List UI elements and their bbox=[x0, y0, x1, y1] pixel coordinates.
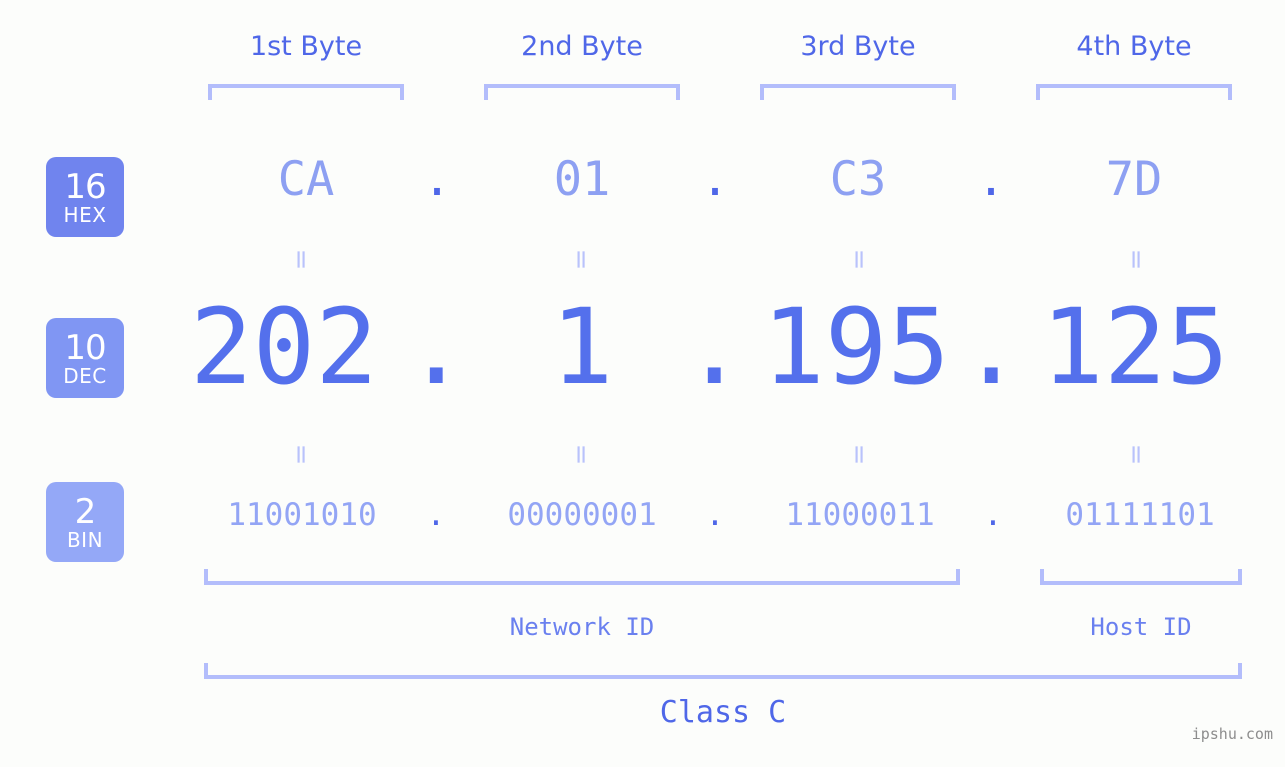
dec-byte-1: 202 bbox=[190, 286, 378, 408]
dec-byte-4: 125 bbox=[1041, 286, 1229, 408]
byte-header-label-3: 3rd Byte bbox=[800, 31, 916, 62]
class-label: Class C bbox=[659, 695, 787, 730]
base-badge-bin[interactable]: 2 BIN bbox=[46, 482, 124, 562]
byte-bracket-1 bbox=[208, 84, 404, 100]
byte-header-label-2: 2nd Byte bbox=[521, 31, 643, 62]
base-badge-hex[interactable]: 16 HEX bbox=[46, 157, 124, 237]
site-watermark: ipshu.com bbox=[1191, 725, 1273, 743]
equals-sign-dec-bin-2: = bbox=[566, 443, 596, 465]
byte-bracket-4 bbox=[1036, 84, 1232, 100]
byte-bracket-3 bbox=[760, 84, 956, 100]
equals-sign-dec-bin-1: = bbox=[286, 443, 316, 465]
dec-byte-3: 195 bbox=[762, 286, 950, 408]
base-badge-bin-number: 2 bbox=[74, 491, 97, 532]
ip-breakdown-canvas: 1st Byte 2nd Byte 3rd Byte 4th Byte 16 H… bbox=[0, 0, 1285, 767]
host-id-label: Host ID bbox=[1090, 613, 1192, 641]
base-badge-dec-number: 10 bbox=[64, 327, 106, 368]
bin-byte-4: 01111101 bbox=[1065, 497, 1215, 533]
equals-sign-hex-dec-2: = bbox=[566, 248, 596, 270]
base-badge-hex-name: HEX bbox=[63, 202, 107, 227]
byte-header-label-4: 4th Byte bbox=[1076, 31, 1192, 62]
hex-separator-2: . bbox=[700, 152, 730, 207]
hex-byte-3: C3 bbox=[829, 152, 887, 207]
host-id-bracket bbox=[1040, 569, 1242, 585]
equals-sign-hex-dec-4: = bbox=[1121, 248, 1151, 270]
equals-sign-dec-bin-3: = bbox=[844, 443, 874, 465]
equals-sign-hex-dec-3: = bbox=[844, 248, 874, 270]
hex-separator-3: . bbox=[976, 152, 1006, 207]
bin-separator-1: . bbox=[426, 497, 446, 533]
class-bracket bbox=[204, 663, 1242, 679]
equals-sign-hex-dec-1: = bbox=[286, 248, 316, 270]
hex-byte-2: 01 bbox=[553, 152, 611, 207]
base-badge-dec-name: DEC bbox=[63, 363, 107, 388]
base-badge-hex-number: 16 bbox=[64, 166, 106, 207]
byte-bracket-2 bbox=[484, 84, 680, 100]
hex-separator-1: . bbox=[422, 152, 452, 207]
dec-byte-2: 1 bbox=[550, 286, 614, 408]
dec-separator-3: . bbox=[960, 286, 1023, 408]
hex-byte-1: CA bbox=[277, 152, 335, 207]
bin-separator-3: . bbox=[983, 497, 1003, 533]
bin-separator-2: . bbox=[705, 497, 725, 533]
bin-byte-2: 00000001 bbox=[507, 497, 657, 533]
base-badge-dec[interactable]: 10 DEC bbox=[46, 318, 124, 398]
byte-header-label-1: 1st Byte bbox=[249, 31, 363, 62]
hex-byte-4: 7D bbox=[1105, 152, 1163, 207]
dec-separator-1: . bbox=[405, 286, 468, 408]
bin-byte-3: 11000011 bbox=[785, 497, 935, 533]
network-id-label: Network ID bbox=[509, 613, 655, 641]
base-badge-bin-name: BIN bbox=[66, 527, 104, 552]
dec-separator-2: . bbox=[683, 286, 746, 408]
equals-sign-dec-bin-4: = bbox=[1121, 443, 1151, 465]
bin-byte-1: 11001010 bbox=[227, 497, 377, 533]
network-id-bracket bbox=[204, 569, 960, 585]
